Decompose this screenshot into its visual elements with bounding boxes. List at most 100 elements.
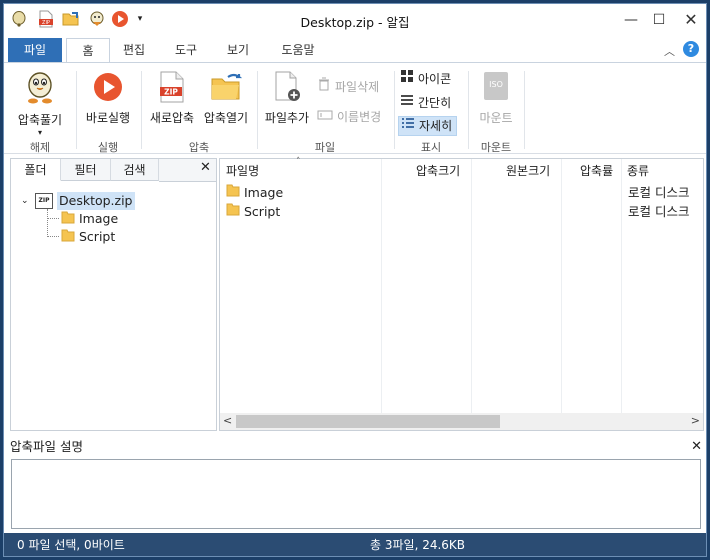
table-row[interactable]: Script 로컬 디스크 [226,202,696,221]
folder-icon [61,210,75,229]
view-icon-button[interactable]: 아이콘 [400,69,451,89]
folder-tree-panel: 폴더 필터 검색 ✕ ⌄ ZIP Desktop.zip Image Scrip… [10,158,217,431]
tree-item[interactable]: Image [61,210,118,228]
tree-item-label: Image [79,211,119,226]
tree-root-label: Desktop.zip [57,192,135,210]
delete-file-label: 파일삭제 [335,80,380,94]
column-header-ratio[interactable]: 압축률 [580,159,613,183]
group-label-run: 실행 [97,141,119,154]
column-header-type[interactable]: 종류 [627,159,649,183]
minimize-icon[interactable]: — [617,10,645,30]
zip-file-icon: ZIP [157,71,187,103]
group-label-mount: 마운트 [480,141,512,154]
rename-icon [317,107,333,127]
iso-icon: ISO [483,71,509,101]
title-bar: ZIP ▾ Desktop.zip - 알집 — ☐ ✕ [4,4,706,36]
maximize-icon[interactable]: ☐ [645,10,673,30]
view-detail-label: 자세히 [419,119,453,133]
scroll-right-icon[interactable]: > [691,414,700,427]
add-file-button[interactable]: 파일추가 [260,71,314,126]
view-detail-button[interactable]: 자세히 [398,116,458,136]
ribbon-separator [468,71,469,149]
ribbon-tabs: 파일 홈 편집 도구 보기 도움말 ︿ ? [4,36,706,64]
ribbon-separator [257,71,258,149]
add-file-label: 파일추가 [264,111,310,125]
extract-button[interactable]: 압축풀기 ▾ [10,71,70,137]
sort-ascending-icon: ˄ [296,157,301,167]
view-simple-label: 간단히 [418,96,452,110]
table-row[interactable]: Image 로컬 디스크 [226,183,696,202]
svg-text:ZIP: ZIP [164,88,178,97]
folder-icon [226,183,240,202]
tree-item-label: Script [79,229,116,244]
file-name: Image [244,185,284,200]
rename-button[interactable]: 이름변경 [317,107,381,127]
group-label-view: 표시 [420,141,442,154]
ribbon-home: 압축풀기 ▾ 해제 바로실행 실행 ZIP 새로압축 압축열기 압축 파일추가 … [4,62,706,154]
folder-icon [226,202,240,221]
list-view-icon [400,93,414,113]
column-header-packed-size[interactable]: 압축크기 [416,159,460,183]
zip-archive-icon: ZIP [35,193,53,209]
ribbon-separator [76,71,77,149]
close-icon[interactable]: ✕ [677,10,705,30]
folder-icon [61,228,75,247]
help-icon[interactable]: ? [683,41,699,57]
view-simple-button[interactable]: 간단히 [400,93,451,113]
folder-open-icon [210,71,243,103]
trash-icon [317,77,331,97]
extract-label: 압축풀기 [17,113,63,127]
column-header-original-size[interactable]: 원본크기 [506,159,550,183]
scrollbar-thumb[interactable] [236,415,500,428]
expand-chevron-icon[interactable]: ⌄ [21,192,31,210]
run-button[interactable]: 바로실행 [80,71,136,126]
add-file-icon [272,71,302,103]
new-zip-label: 새로압축 [149,111,195,125]
tab-folder[interactable]: 폴더 [11,159,61,181]
status-selection: 0 파일 선택, 0바이트 [17,538,125,552]
status-total: 총 3파일, 24.6KB [370,538,466,552]
mount-label: 마운트 [479,111,513,125]
rename-label: 이름변경 [337,110,382,124]
tab-edit[interactable]: 편집 [112,38,156,63]
tree-root[interactable]: ⌄ ZIP Desktop.zip [21,192,135,210]
ribbon-separator [394,71,395,149]
view-icon-label: 아이콘 [418,72,452,86]
tab-home[interactable]: 홈 [66,38,110,64]
mount-button[interactable]: ISO 마운트 [471,71,521,126]
group-label-compress: 압축 [188,141,210,154]
grid-view-icon [400,69,414,89]
close-description-icon[interactable]: ✕ [691,436,702,458]
tree-item[interactable]: Script [61,228,115,246]
tab-tools[interactable]: 도구 [164,38,208,63]
tab-filter[interactable]: 필터 [61,159,111,181]
file-list-panel: ˄ 파일명 압축크기 원본크기 압축률 종류 Image 로컬 디스크 Scri… [219,157,704,431]
column-header-name[interactable]: 파일명 [226,159,259,183]
status-bar: 0 파일 선택, 0바이트 총 3파일, 24.6KB [4,533,706,556]
open-zip-button[interactable]: 압축열기 [199,71,253,126]
window-title: Desktop.zip - 알집 [300,15,410,30]
open-zip-label: 압축열기 [203,111,249,125]
tab-view[interactable]: 보기 [216,38,260,63]
new-zip-button[interactable]: ZIP 새로압축 [145,71,199,126]
tab-help[interactable]: 도움말 [270,38,326,63]
delete-file-button[interactable]: 파일삭제 [317,77,379,97]
archive-description-box[interactable] [11,459,701,529]
file-type: 로컬 디스크 [628,204,690,219]
extract-dropdown-icon[interactable]: ▾ [10,128,70,137]
tab-search[interactable]: 검색 [111,159,159,181]
ribbon-separator [524,71,525,149]
tab-file[interactable]: 파일 [8,38,62,63]
group-label-extract: 해제 [29,141,51,154]
play-icon [92,71,124,103]
close-panel-icon[interactable]: ✕ [200,160,211,175]
collapse-ribbon-icon[interactable]: ︿ [664,43,675,59]
run-label: 바로실행 [85,111,131,125]
alzip-window: ZIP ▾ Desktop.zip - 알집 — ☐ ✕ 파일 홈 편집 도구 … [3,3,707,557]
group-label-file: 파일 [314,141,336,154]
detail-view-icon [401,116,415,136]
extract-icon [24,71,56,105]
scroll-left-icon[interactable]: < [223,414,232,427]
horizontal-scrollbar[interactable]: < > [220,413,703,430]
file-name: Script [244,204,281,219]
